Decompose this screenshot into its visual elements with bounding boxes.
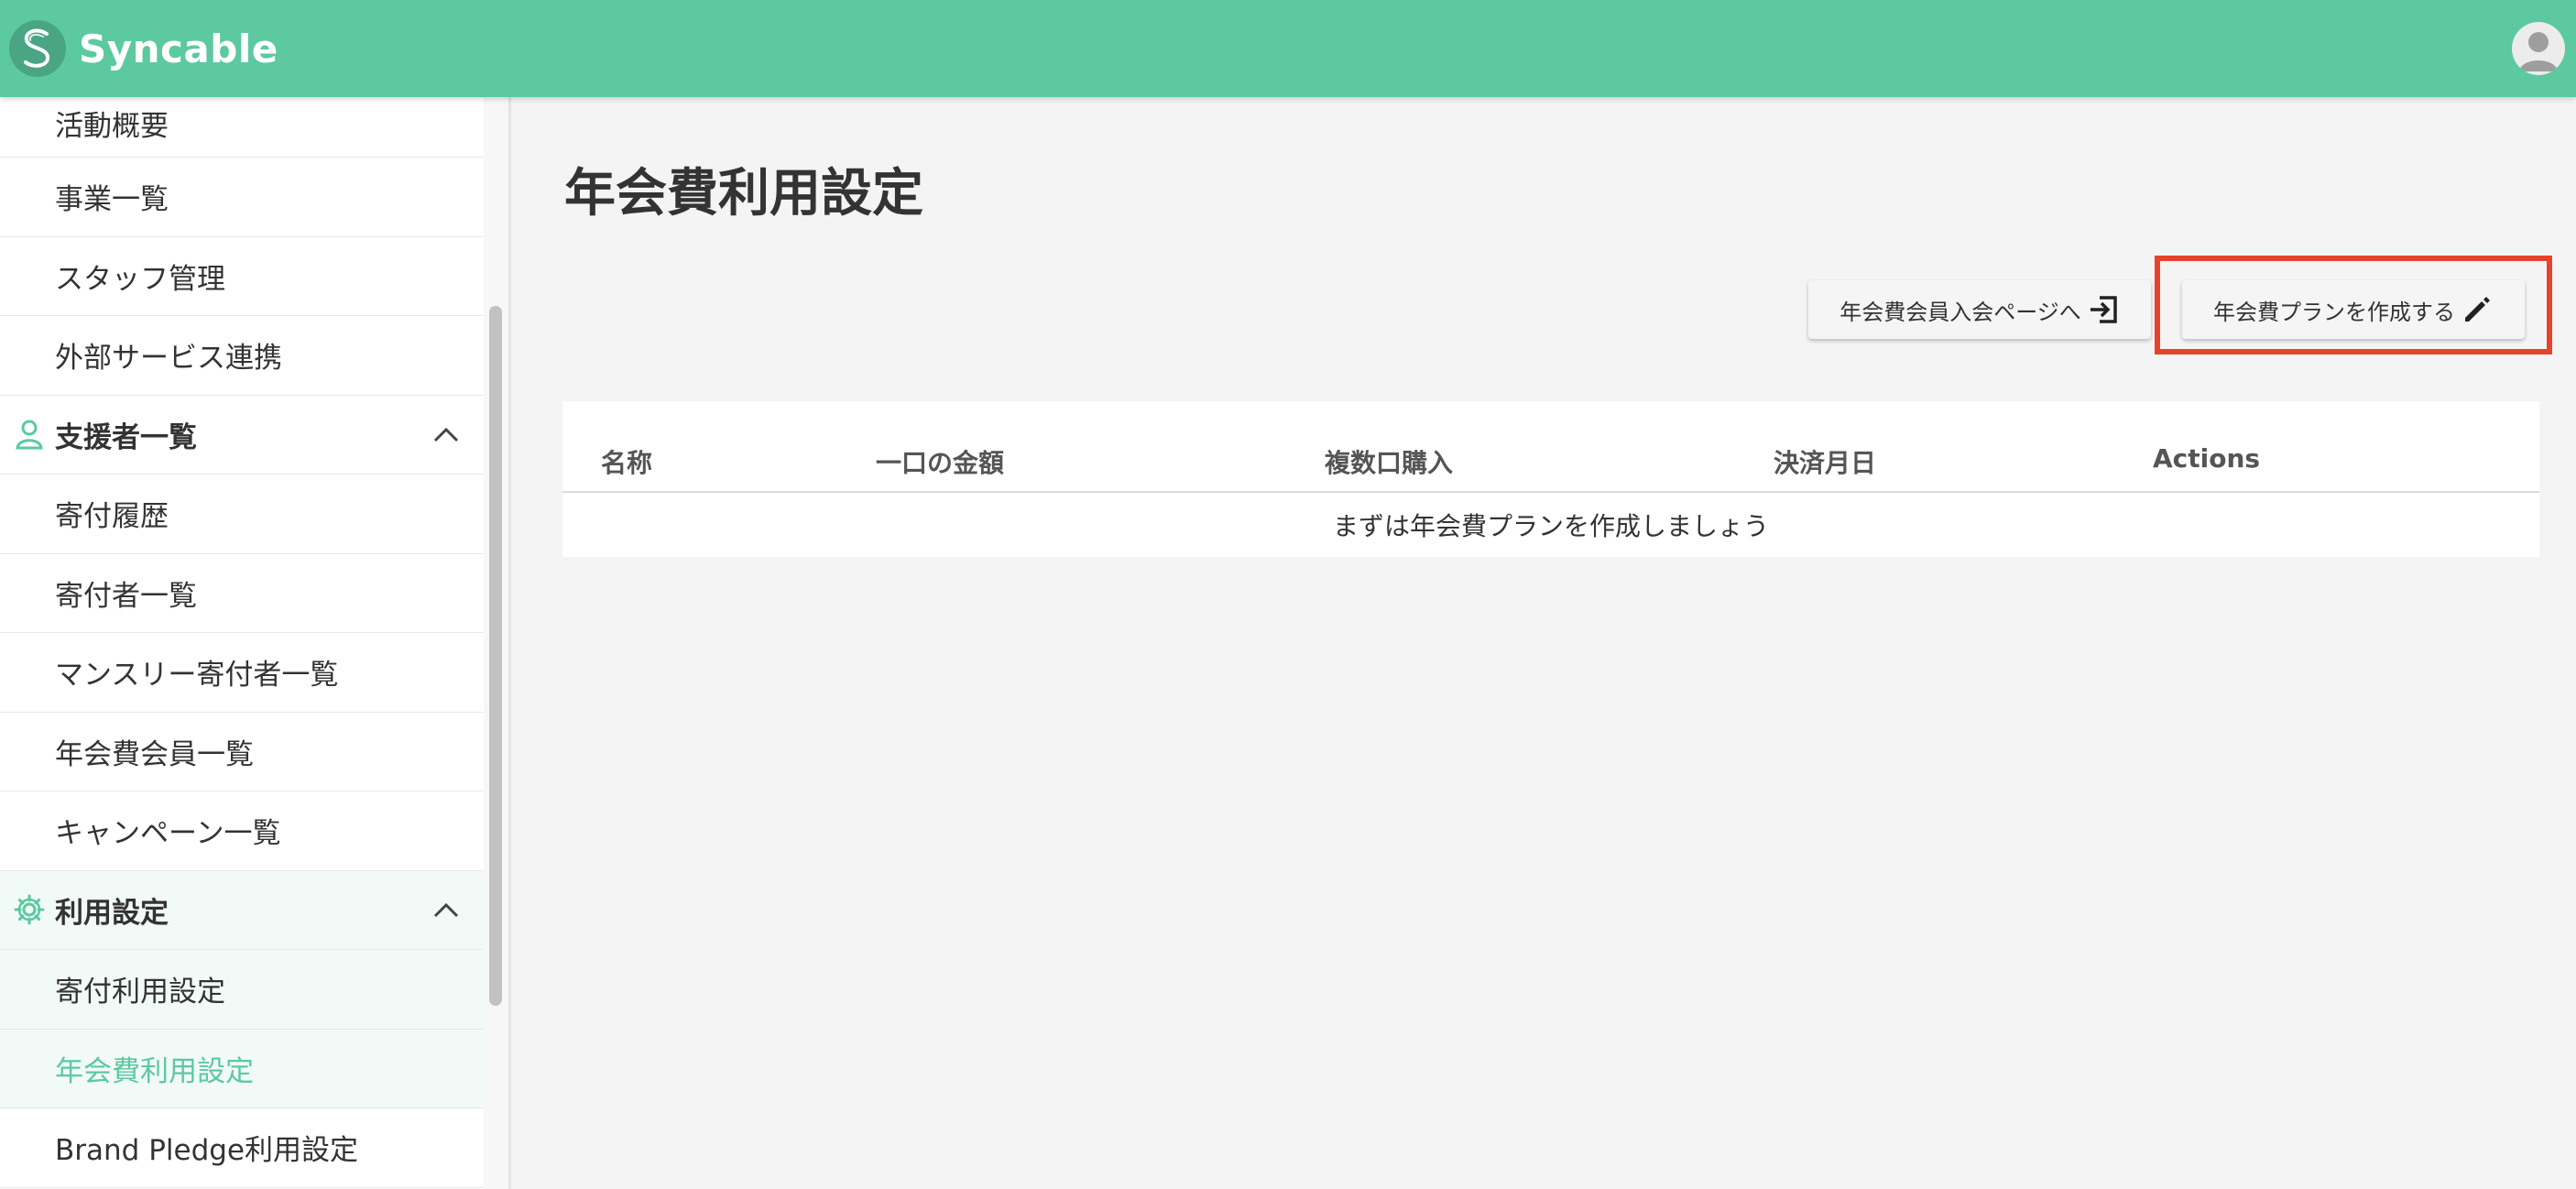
user-avatar-icon [2519,32,2558,71]
sidebar-item-activity-overview[interactable]: 活動概要 [0,97,484,158]
sidebar-item-monthly-donors[interactable]: マンスリー寄付者一覧 [0,633,484,713]
brand-name: Syncable [79,26,278,71]
sidebar-item-donation-settings[interactable]: 寄付利用設定 [0,950,484,1030]
sidebar-section-supporters[interactable]: 支援者一覧 [0,396,484,475]
brand[interactable]: Syncable [9,20,278,77]
column-header-name[interactable]: 名称 [601,443,652,480]
column-header-payment-date[interactable]: 決済月日 [1774,443,1876,480]
sidebar-list: 活動概要 事業一覧 スタッフ管理 外部サービス連携 支援者一覧 寄付履歴 寄付者… [0,97,484,1188]
syncable-logo-icon [9,20,66,77]
annual-member-entry-page-button[interactable]: 年会費会員入会ページへ [1808,280,2151,339]
sidebar-item-donors[interactable]: 寄付者一覧 [0,554,484,633]
login-icon [2090,296,2117,323]
sidebar-item-staff[interactable]: スタッフ管理 [0,237,484,316]
annual-plan-table: 名称 一口の金額 複数口購入 決済月日 Actions まずは年会費プランを作成… [562,401,2539,557]
table-header: 名称 一口の金額 複数口購入 決済月日 Actions [562,401,2539,493]
sidebar-section-label: 利用設定 [55,896,169,930]
column-header-actions: Actions [2153,443,2261,474]
page-title: 年会費利用設定 [564,164,923,224]
sidebar-item-projects[interactable]: 事業一覧 [0,158,484,237]
sidebar-section-label: 支援者一覧 [55,420,197,454]
sidebar-item-external-services[interactable]: 外部サービス連携 [0,316,484,396]
column-header-multiple-purchase[interactable]: 複数口購入 [1325,443,1453,480]
sidebar-section-settings[interactable]: 利用設定 [0,870,484,950]
user-avatar[interactable] [2512,22,2565,75]
sidebar-item-brand-pledge-settings[interactable]: Brand Pledge利用設定 [0,1108,484,1188]
sidebar-item-donation-history[interactable]: 寄付履歴 [0,475,484,554]
app-header: Syncable [0,0,2576,97]
sidebar-item-annual-members[interactable]: 年会費会員一覧 [0,713,484,791]
sidebar-scrollbar-thumb[interactable] [489,306,502,1006]
column-header-unit-amount[interactable]: 一口の金額 [876,443,1004,480]
chevron-up-icon[interactable] [432,425,460,443]
sidebar-item-campaigns[interactable]: キャンペーン一覧 [0,791,484,871]
button-label: 年会費会員入会ページへ [1839,299,2081,325]
table-empty-message: まずは年会費プランを作成しましょう [1332,511,1769,541]
gear-icon [14,894,45,925]
chevron-up-icon[interactable] [432,900,460,919]
sidebar-item-annual-fee-settings[interactable]: 年会費利用設定 [0,1029,484,1108]
sidebar-divider [509,97,511,1189]
sidebar: 活動概要 事業一覧 スタッフ管理 外部サービス連携 支援者一覧 寄付履歴 寄付者… [0,97,484,1189]
highlight-box [2155,256,2552,355]
person-icon [16,420,43,450]
sidebar-scrollbar[interactable] [484,97,509,1189]
